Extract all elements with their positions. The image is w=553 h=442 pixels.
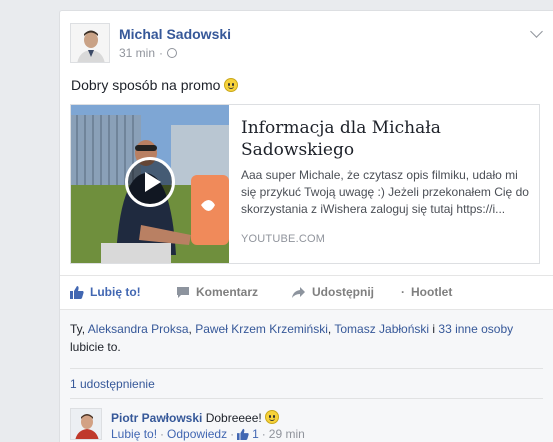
link-title[interactable]: Informacja dla Michała Sadowskiego [241,117,531,161]
commenter-avatar[interactable] [70,408,102,440]
smiley-emoji-icon [224,78,239,92]
globe-icon[interactable] [167,48,178,58]
comment: Piotr Pawłowski Dobreeee! [111,410,280,425]
liker-link[interactable]: Tomasz Jabłoński [334,322,429,336]
comment-meta: Lubię to! · Odpowiedz · 1 · 29 min [111,427,305,441]
play-icon[interactable] [125,157,175,207]
comment-icon [177,286,189,298]
liker-link[interactable]: Paweł Krzem Krzemiński [195,322,328,336]
like-label: Lubię to! [90,285,141,299]
post-actions-bar: Lubię to! Komentarz Udostępnij · Hootlet [60,275,553,307]
like-button[interactable]: Lubię to! [70,285,141,299]
meta-separator: · [159,46,164,60]
meta-dot: · [160,427,165,441]
post-author[interactable]: Michal Sadowski [119,26,231,42]
liker-link[interactable]: Aleksandra Proksa [88,322,189,336]
post-text: Dobry sposób na promo [71,77,239,93]
comment-time[interactable]: 29 min [269,427,305,441]
link-description: Aaa super Michale, że czytasz opis filmi… [241,168,529,216]
comment-label: Komentarz [196,285,259,299]
comment-like-button[interactable]: Lubię to! [111,427,157,441]
post-card: Michal Sadowski 31 min · Dobry sposób na… [59,10,553,442]
post-time[interactable]: 31 min [119,46,155,60]
share-button[interactable]: Udostępnij [291,285,374,299]
thumbs-up-icon [237,428,249,440]
comment-reply-button[interactable]: Odpowiedz [167,427,227,441]
meta-dot: · [261,427,266,441]
share-icon [292,286,305,298]
shares-count[interactable]: 1 udostępnienie [70,377,155,391]
video-thumbnail[interactable] [71,105,229,263]
likes-summary: Ty, Aleksandra Proksa, Paweł Krzem Krzem… [70,320,540,356]
likes-suffix: lubicie to. [70,340,121,354]
post-footer: Ty, Aleksandra Proksa, Paweł Krzem Krzem… [60,309,553,442]
meta-dot: · [230,427,235,441]
post-text-content: Dobry sposób na promo [71,77,221,93]
others-link[interactable]: 33 inne osoby [438,322,513,336]
comment-like-count[interactable]: 1 [252,427,259,441]
hootlet-dot: · [401,285,405,299]
comment-author[interactable]: Piotr Pawłowski [111,411,202,425]
comment-text: Dobreeee! [205,411,262,425]
comment-button[interactable]: Komentarz [176,285,258,299]
likes-prefix: Ty, [70,322,88,336]
hootlet-button[interactable]: · Hootlet [401,285,452,299]
thumbs-up-icon [70,286,84,299]
chevron-down-icon[interactable] [530,25,543,38]
link-source: YOUTUBE.COM [241,233,326,245]
link-preview[interactable]: Informacja dla Michała Sadowskiego Aaa s… [70,104,540,264]
post-meta: 31 min · [119,46,178,60]
divider [70,368,543,369]
share-label: Udostępnij [312,285,374,299]
hootlet-label: Hootlet [411,285,453,299]
divider [70,398,543,399]
likes-and: i [429,322,439,336]
author-avatar[interactable] [70,23,110,63]
smiley-emoji-icon [265,410,280,424]
